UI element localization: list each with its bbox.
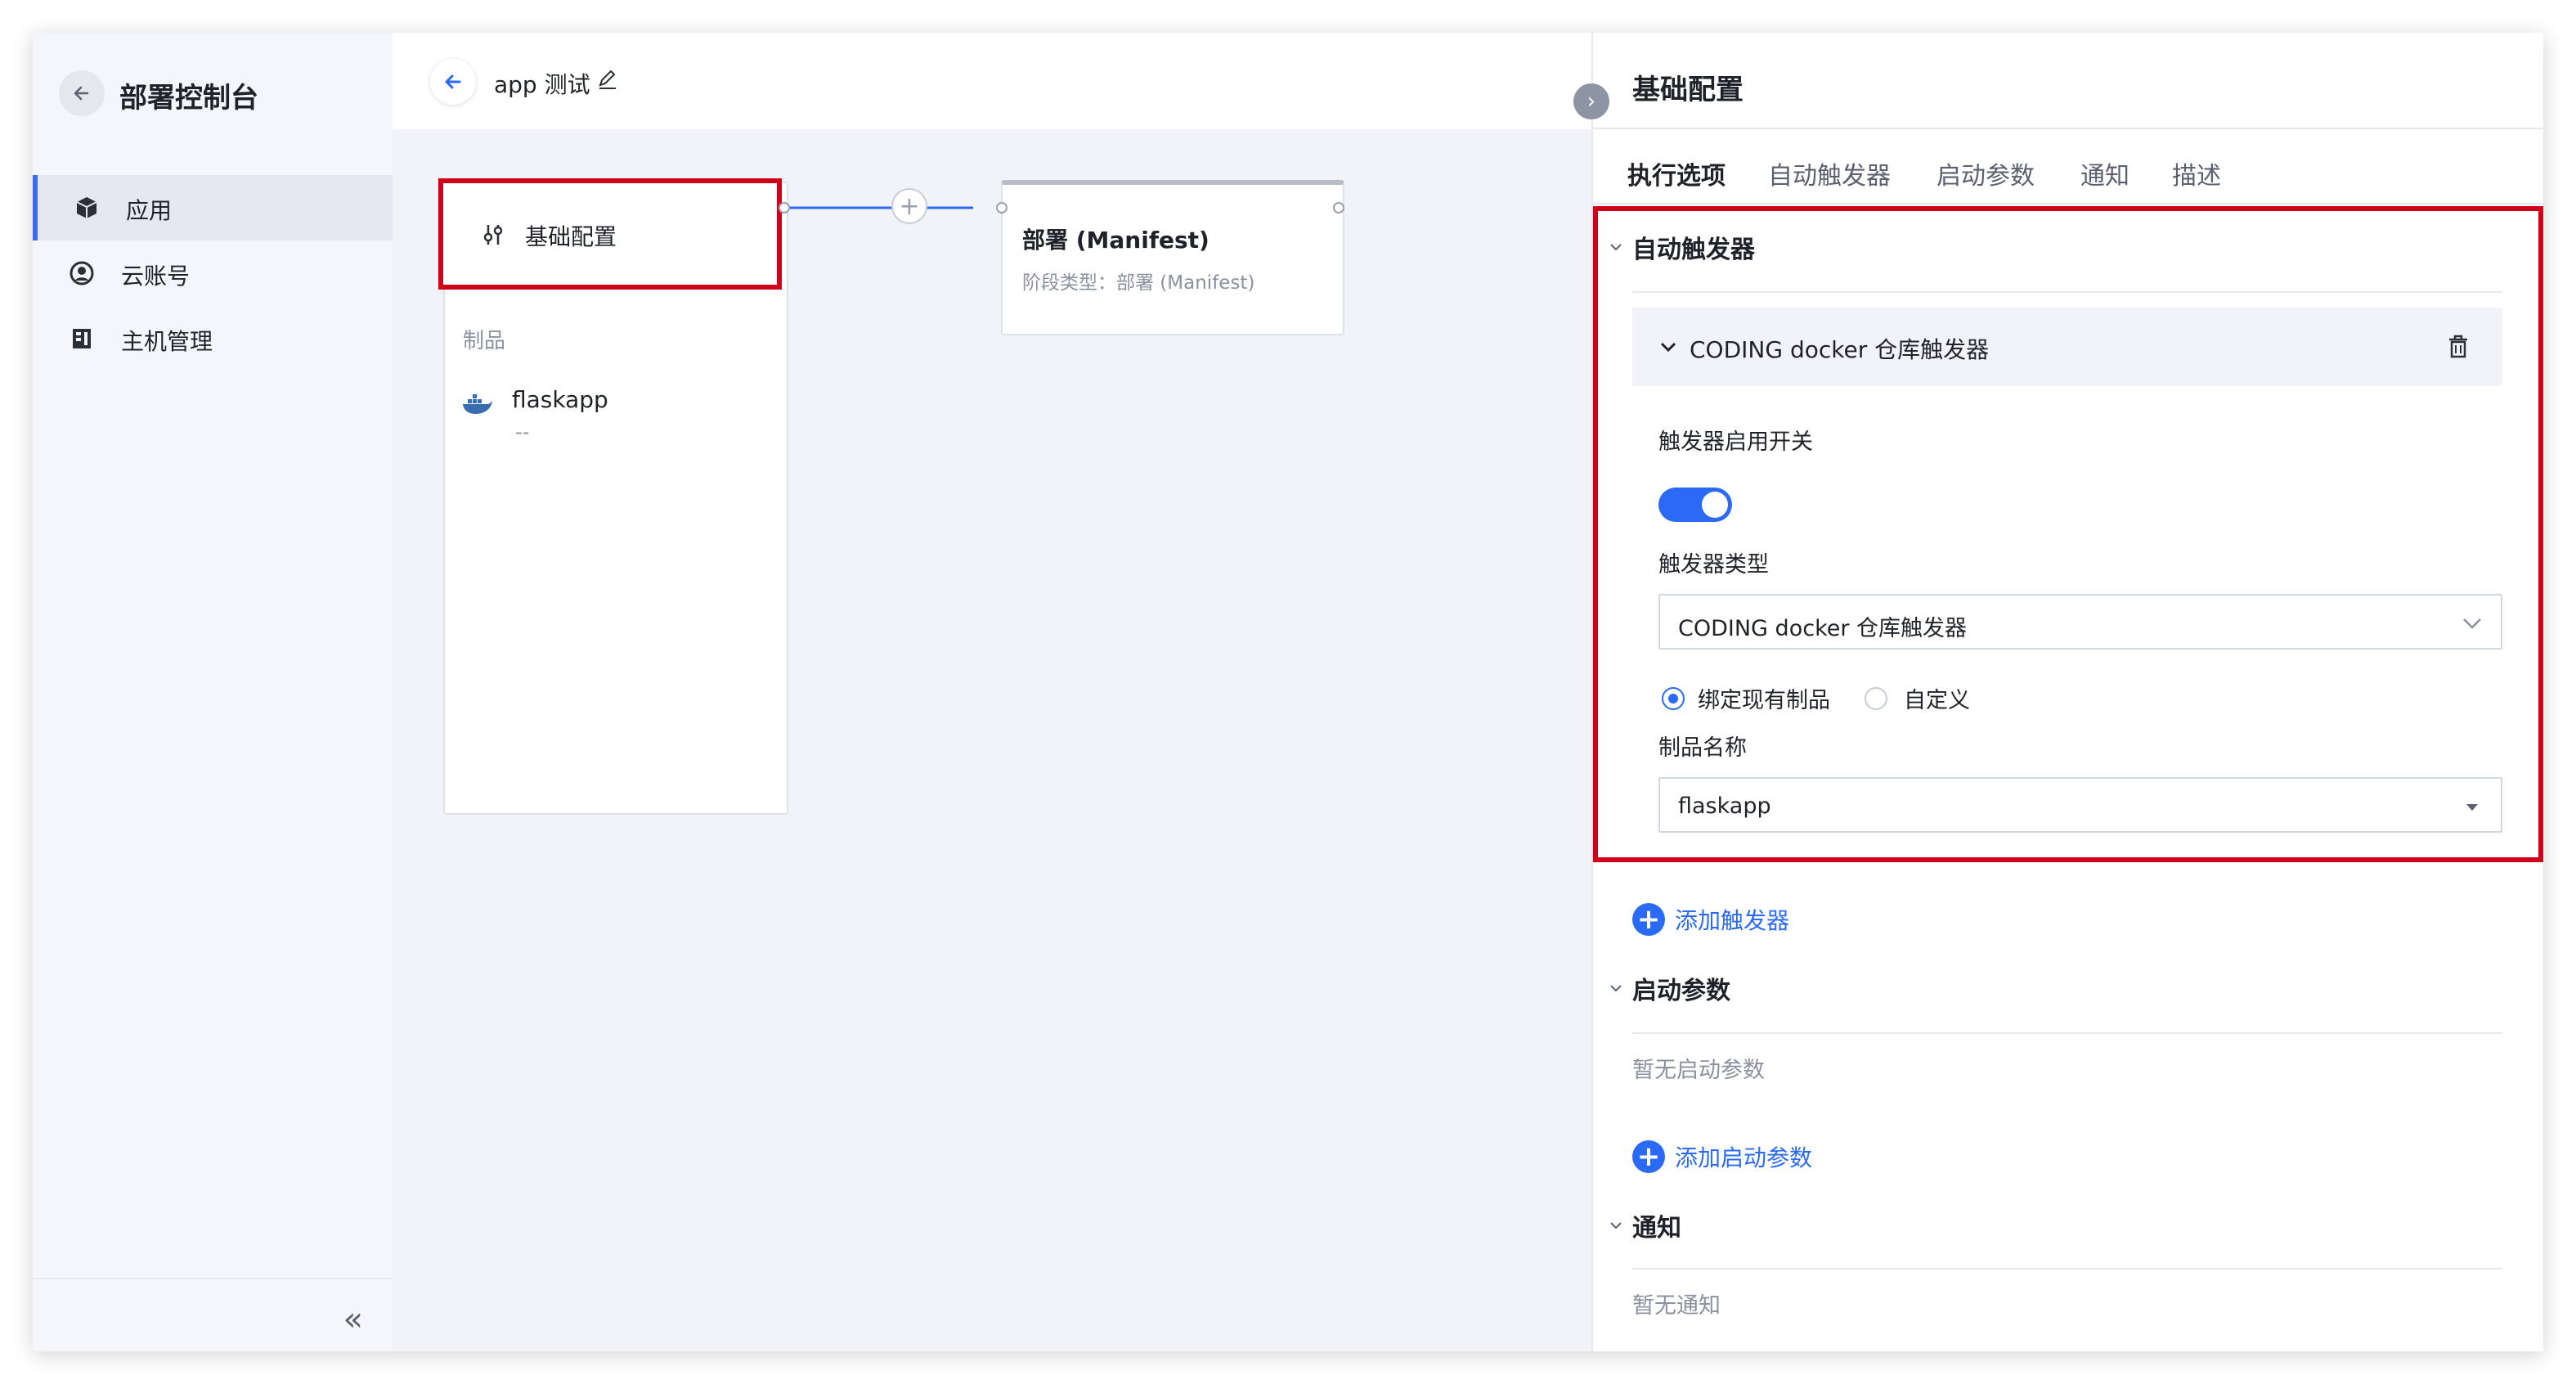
add-trigger-label: 添加触发器 xyxy=(1675,907,1790,934)
stage-basic-config[interactable]: 基础配置 xyxy=(438,178,782,290)
sidebar-item-label: 云账号 xyxy=(121,263,191,290)
sidebar-item-label: 主机管理 xyxy=(121,328,213,355)
panel-title: 基础配置 xyxy=(1632,74,1744,106)
empty-notify-text: 暂无通知 xyxy=(1632,1293,1721,1319)
section-title-notify: 通知 xyxy=(1632,1214,1681,1243)
section-title-params: 启动参数 xyxy=(1632,977,1730,1005)
add-param-label: 添加启动参数 xyxy=(1675,1144,1813,1171)
stage-title: 部署 (Manifest) xyxy=(1022,227,1209,254)
divider xyxy=(1632,1032,2502,1034)
stage-label: 基础配置 xyxy=(525,223,617,250)
stage-deploy-manifest[interactable]: 部署 (Manifest) 阶段类型：部署 (Manifest) xyxy=(1001,180,1344,335)
config-panel: 基础配置 执行选项 自动触发器 启动参数 通知 描述 自动触发器 CODING … xyxy=(1591,33,2543,1351)
tab-execution-options[interactable]: 执行选项 xyxy=(1627,155,1726,191)
divider xyxy=(1593,203,2543,205)
stage-connector xyxy=(783,206,973,209)
tab-launch-params[interactable]: 启动参数 xyxy=(1936,155,2035,191)
tab-notifications[interactable]: 通知 xyxy=(2080,155,2129,191)
collapse-panel-button[interactable]: › xyxy=(1573,83,1609,119)
divider xyxy=(1593,128,2543,129)
divider xyxy=(1632,1268,2502,1270)
server-icon xyxy=(73,329,91,348)
artifact-version: -- xyxy=(515,420,530,443)
plus-circle-icon: + xyxy=(1632,903,1665,936)
sidebar-item-hosts[interactable]: 主机管理 xyxy=(33,306,393,371)
artifacts-heading: 制品 xyxy=(463,329,506,353)
arrow-left-icon xyxy=(74,86,89,101)
back-button[interactable] xyxy=(430,59,476,105)
double-chevron-left-icon[interactable]: « xyxy=(343,1301,363,1338)
artifact-name[interactable]: flaskapp xyxy=(512,386,608,413)
connector-port xyxy=(996,202,1008,214)
plus-circle-icon: + xyxy=(1632,1140,1665,1173)
arrow-left-icon xyxy=(445,74,461,89)
tab-auto-triggers[interactable]: 自动触发器 xyxy=(1768,155,1891,191)
pipeline-title: app 测试 xyxy=(494,71,590,98)
sidebar-item-cloud-accounts[interactable]: 云账号 xyxy=(33,240,393,306)
cube-icon xyxy=(76,197,97,218)
sidebar-item-label: 应用 xyxy=(126,197,173,224)
sidebar-back-button[interactable] xyxy=(59,70,105,116)
sidebar-title: 部署控制台 xyxy=(119,82,258,115)
stage-subtitle: 阶段类型：部署 (Manifest) xyxy=(1022,272,1255,294)
add-trigger-button[interactable]: + 添加触发器 xyxy=(1632,903,1789,936)
user-circle-icon xyxy=(70,261,94,285)
chevron-right-icon: › xyxy=(1586,89,1596,114)
edit-icon[interactable] xyxy=(595,67,620,92)
connector-port xyxy=(779,202,790,214)
sliders-icon xyxy=(483,225,503,245)
sidebar-item-apps[interactable]: 应用 xyxy=(33,175,393,240)
connector-port xyxy=(1333,202,1344,214)
tab-description[interactable]: 描述 xyxy=(2172,155,2221,191)
pipeline-canvas: app 测试 基础配置 制品 flaskapp -- + 部署 (Manifes… xyxy=(393,33,1591,1351)
add-param-button[interactable]: + 添加启动参数 xyxy=(1632,1140,1812,1173)
docker-icon xyxy=(463,394,492,414)
highlight-frame xyxy=(1593,206,2543,862)
chevron-down-icon[interactable] xyxy=(1608,1217,1624,1234)
app-window: 部署控制台 应用 云账号 主机管理 « app 测试 基础配置 制品 flask… xyxy=(33,33,2543,1351)
canvas-header: app 测试 xyxy=(393,33,1591,129)
sidebar-footer: « xyxy=(33,1278,393,1351)
chevron-down-icon[interactable] xyxy=(1608,980,1624,996)
add-stage-button[interactable]: + xyxy=(891,188,927,224)
empty-params-text: 暂无启动参数 xyxy=(1632,1058,1765,1083)
sidebar: 部署控制台 应用 云账号 主机管理 « xyxy=(33,33,394,1351)
